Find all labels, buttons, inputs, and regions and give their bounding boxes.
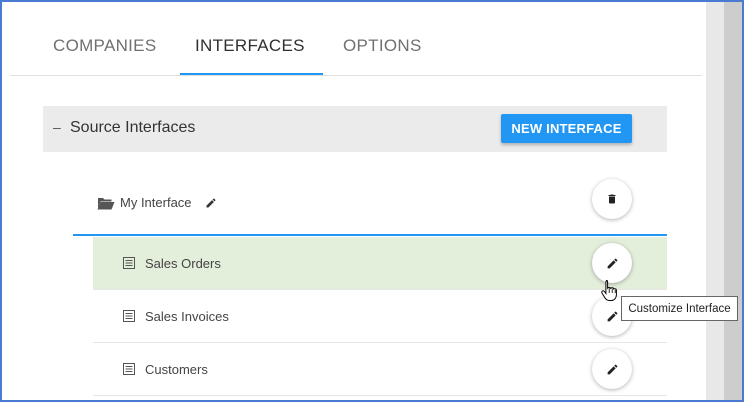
delete-button[interactable] <box>592 179 632 219</box>
tab-companies[interactable]: COMPANIES <box>53 36 156 56</box>
list-item-sales-invoices[interactable]: Sales Invoices <box>93 290 667 343</box>
tab-bar: COMPANIES INTERFACES OPTIONS <box>10 0 702 76</box>
delete-icon <box>608 194 616 204</box>
document-list-icon <box>123 310 135 322</box>
scrollbar[interactable] <box>724 2 742 400</box>
item-label: Sales Orders <box>145 256 221 271</box>
edit-icon <box>607 311 617 321</box>
list-item-customers[interactable]: Customers <box>93 343 667 396</box>
tab-interfaces[interactable]: INTERFACES <box>195 36 305 56</box>
new-interface-button[interactable]: NEW INTERFACE <box>501 114 632 143</box>
folder-open-icon <box>97 198 115 210</box>
edit-icon <box>607 364 617 374</box>
edit-icon <box>607 258 617 268</box>
active-tab-indicator <box>180 73 323 75</box>
source-interfaces-header: – Source Interfaces NEW INTERFACE <box>43 106 667 152</box>
document-list-icon <box>123 363 135 375</box>
tooltip: Customize Interface <box>621 296 738 321</box>
item-label: Customers <box>145 362 208 377</box>
collapse-toggle[interactable]: – <box>53 119 61 135</box>
hand-pointer-icon <box>601 280 617 301</box>
folder-row[interactable]: My Interface <box>73 172 667 236</box>
document-list-icon <box>123 257 135 269</box>
tab-options[interactable]: OPTIONS <box>343 36 422 56</box>
item-label: Sales Invoices <box>145 309 229 324</box>
list-item-sales-orders[interactable]: Sales Orders <box>93 237 667 290</box>
customize-button[interactable] <box>592 243 632 283</box>
edit-name-icon[interactable] <box>205 197 217 209</box>
folder-label: My Interface <box>120 195 192 210</box>
customize-button[interactable] <box>592 349 632 389</box>
section-title: Source Interfaces <box>70 119 196 136</box>
